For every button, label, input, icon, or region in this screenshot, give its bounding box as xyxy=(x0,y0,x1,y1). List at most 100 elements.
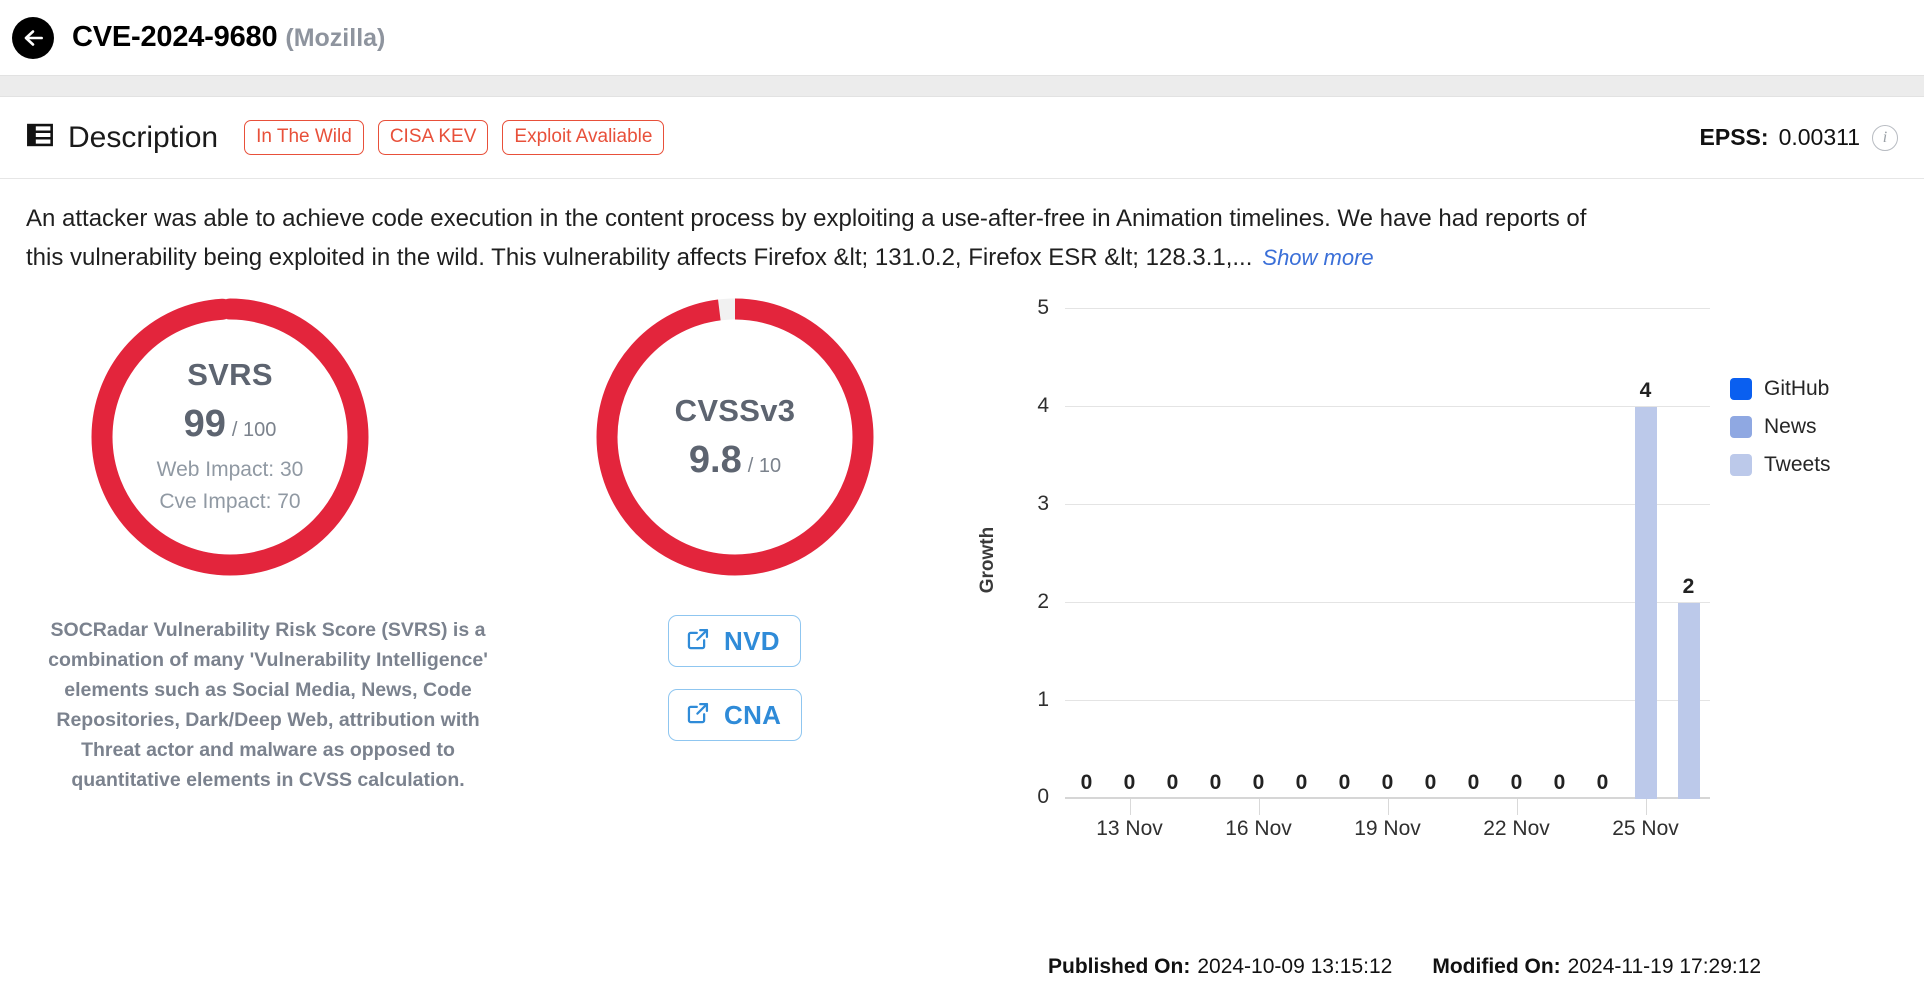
legend-color-swatch xyxy=(1730,378,1752,400)
chart-bar[interactable] xyxy=(1677,603,1700,799)
chart-bar[interactable] xyxy=(1634,407,1657,799)
list-table-icon xyxy=(26,121,54,154)
legend-label: News xyxy=(1764,415,1817,438)
chart-x-tick-label: 22 Nov xyxy=(1483,817,1550,840)
chart-bar-value-label: 0 xyxy=(1166,771,1179,794)
chart-x-tick-label: 19 Nov xyxy=(1354,817,1421,840)
cna-link-button[interactable]: CNA xyxy=(668,689,803,741)
badge-list: In The Wild CISA KEV Exploit Avaliable xyxy=(244,120,665,155)
description-header: Description In The Wild CISA KEV Exploit… xyxy=(0,97,1924,179)
cvss-section: CVSSv3 9.8 / 10 NVD CNA xyxy=(540,287,960,977)
chart-bar-group[interactable]: 0 xyxy=(1065,309,1108,799)
modified-on: Modified On: 2024-11-19 17:29:12 xyxy=(1432,955,1761,979)
chart-y-tick-label: 1 xyxy=(1037,688,1049,711)
chart-legend-item[interactable]: News xyxy=(1730,415,1831,439)
svrs-section: SVRS 99 / 100 Web Impact: 30 Cve Impact:… xyxy=(0,287,540,977)
svrs-label: SVRS xyxy=(187,357,273,392)
chart-x-tick-mark xyxy=(1516,799,1518,815)
chart-x-tick-mark xyxy=(1258,799,1260,815)
badge-in-the-wild[interactable]: In The Wild xyxy=(244,120,364,155)
legend-label: Tweets xyxy=(1764,453,1831,476)
growth-chart: Growth 0 1 2 3 4 5 0 0 0 0 0 0 0 0 0 0 0 0 0 4 2 13 Nov 16 No… xyxy=(977,296,1710,859)
epss-value: 0.00311 xyxy=(1778,124,1860,150)
main-content: SVRS 99 / 100 Web Impact: 30 Cve Impact:… xyxy=(0,277,1924,977)
chart-bar-value-label: 0 xyxy=(1381,771,1394,794)
chart-plot-area: 0 1 2 3 4 5 0 0 0 0 0 0 0 0 0 0 0 0 0 4 2 xyxy=(1037,296,1710,808)
chart-x-axis-labels: 13 Nov 16 Nov 19 Nov 22 Nov 25 Nov xyxy=(1065,817,1710,845)
chart-bar-group[interactable]: 0 xyxy=(1495,309,1538,799)
page-title: CVE-2024-9680 (Mozilla) xyxy=(72,21,385,54)
chart-bar-group[interactable]: 0 xyxy=(1452,309,1495,799)
chart-bar-group[interactable]: 0 xyxy=(1538,309,1581,799)
chart-legend-item[interactable]: GitHub xyxy=(1730,377,1831,401)
info-circle-icon[interactable]: i xyxy=(1872,124,1898,151)
chart-y-axis-title: Growth xyxy=(977,526,998,594)
chart-bar-value-label: 0 xyxy=(1553,771,1566,794)
chart-x-tick-mark xyxy=(1645,799,1647,815)
chart-bar-value-label: 0 xyxy=(1338,771,1351,794)
chart-bar-value-label: 0 xyxy=(1510,771,1523,794)
badge-cisa-kev[interactable]: CISA KEV xyxy=(377,120,489,155)
page-header: CVE-2024-9680 (Mozilla) xyxy=(0,0,1924,75)
epss-label: EPSS: xyxy=(1699,124,1769,150)
svrs-description: SOCRadar Vulnerability Risk Score (SVRS)… xyxy=(48,619,488,791)
chart-bar-group[interactable]: 0 xyxy=(1280,309,1323,799)
chart-bar-group[interactable]: 4 xyxy=(1624,309,1667,799)
cvss-score: 9.8 xyxy=(688,438,742,481)
chart-y-tick-label: 0 xyxy=(1037,785,1049,808)
chart-bar-value-label: 4 xyxy=(1639,379,1652,402)
chart-bar-group[interactable]: 0 xyxy=(1151,309,1194,799)
description-body: An attacker was able to achieve code exe… xyxy=(0,179,1640,277)
chart-bar-value-label: 0 xyxy=(1295,771,1308,794)
arrow-left-icon xyxy=(24,29,43,46)
badge-exploit-available[interactable]: Exploit Avaliable xyxy=(502,120,665,155)
show-more-link[interactable]: Show more xyxy=(1262,245,1373,270)
legend-color-swatch xyxy=(1730,416,1752,438)
chart-bar-group[interactable]: 0 xyxy=(1366,309,1409,799)
chart-y-tick-label: 5 xyxy=(1037,296,1049,319)
chart-bar-value-label: 0 xyxy=(1252,771,1265,794)
published-on: Published On: 2024-10-09 13:15:12 xyxy=(1048,955,1392,979)
chart-bar-value-label: 0 xyxy=(1467,771,1480,794)
published-on-value: 2024-10-09 13:15:12 xyxy=(1197,955,1393,978)
chart-bar-value-label: 0 xyxy=(1596,771,1609,794)
chart-bar-value-label: 2 xyxy=(1682,575,1695,598)
svrs-web-impact: Web Impact: 30 xyxy=(156,458,304,481)
chart-bars: 0 0 0 0 0 0 0 0 0 0 0 0 0 4 2 xyxy=(1065,309,1710,799)
chart-bar-value-label: 0 xyxy=(1080,771,1093,794)
chart-y-tick-label: 3 xyxy=(1037,492,1049,515)
published-on-label: Published On: xyxy=(1048,955,1191,978)
chart-legend: GitHub News Tweets xyxy=(1730,377,1831,477)
external-link-icon xyxy=(685,699,712,731)
svrs-score: 99 xyxy=(183,403,226,445)
external-link-icon xyxy=(685,625,712,657)
modified-on-label: Modified On: xyxy=(1432,955,1561,978)
cve-vendor: (Mozilla) xyxy=(285,24,386,52)
legend-label: GitHub xyxy=(1764,377,1830,400)
chart-y-tick-label: 4 xyxy=(1037,394,1049,417)
nvd-link-label: NVD xyxy=(724,625,780,656)
chart-bar-group[interactable]: 2 xyxy=(1667,309,1710,799)
chart-bar-group[interactable]: 0 xyxy=(1194,309,1237,799)
svrs-gauge: SVRS 99 / 100 Web Impact: 30 Cve Impact:… xyxy=(80,287,380,587)
back-button[interactable] xyxy=(12,16,54,59)
chart-bar-value-label: 0 xyxy=(1123,771,1136,794)
chart-x-tick-label: 16 Nov xyxy=(1225,817,1292,840)
description-title: Description xyxy=(68,120,219,154)
chart-bar-group[interactable]: 0 xyxy=(1581,309,1624,799)
modified-on-value: 2024-11-19 17:29:12 xyxy=(1567,955,1762,978)
chart-bar-group[interactable]: 0 xyxy=(1108,309,1151,799)
legend-color-swatch xyxy=(1730,454,1752,476)
nvd-link-button[interactable]: NVD xyxy=(668,615,801,667)
chart-bar-group[interactable]: 0 xyxy=(1237,309,1280,799)
cve-id: CVE-2024-9680 xyxy=(72,21,278,53)
chart-x-tick-marks xyxy=(1065,799,1710,815)
chart-y-tick-label: 2 xyxy=(1037,590,1049,613)
chart-bar-group[interactable]: 0 xyxy=(1323,309,1366,799)
chart-legend-item[interactable]: Tweets xyxy=(1730,453,1831,477)
footer-dates: Published On: 2024-10-09 13:15:12 Modifie… xyxy=(1048,955,1761,979)
chart-bar-value-label: 0 xyxy=(1209,771,1222,794)
chart-bar-group[interactable]: 0 xyxy=(1409,309,1452,799)
header-divider xyxy=(0,75,1924,97)
external-links: NVD CNA xyxy=(668,615,960,741)
